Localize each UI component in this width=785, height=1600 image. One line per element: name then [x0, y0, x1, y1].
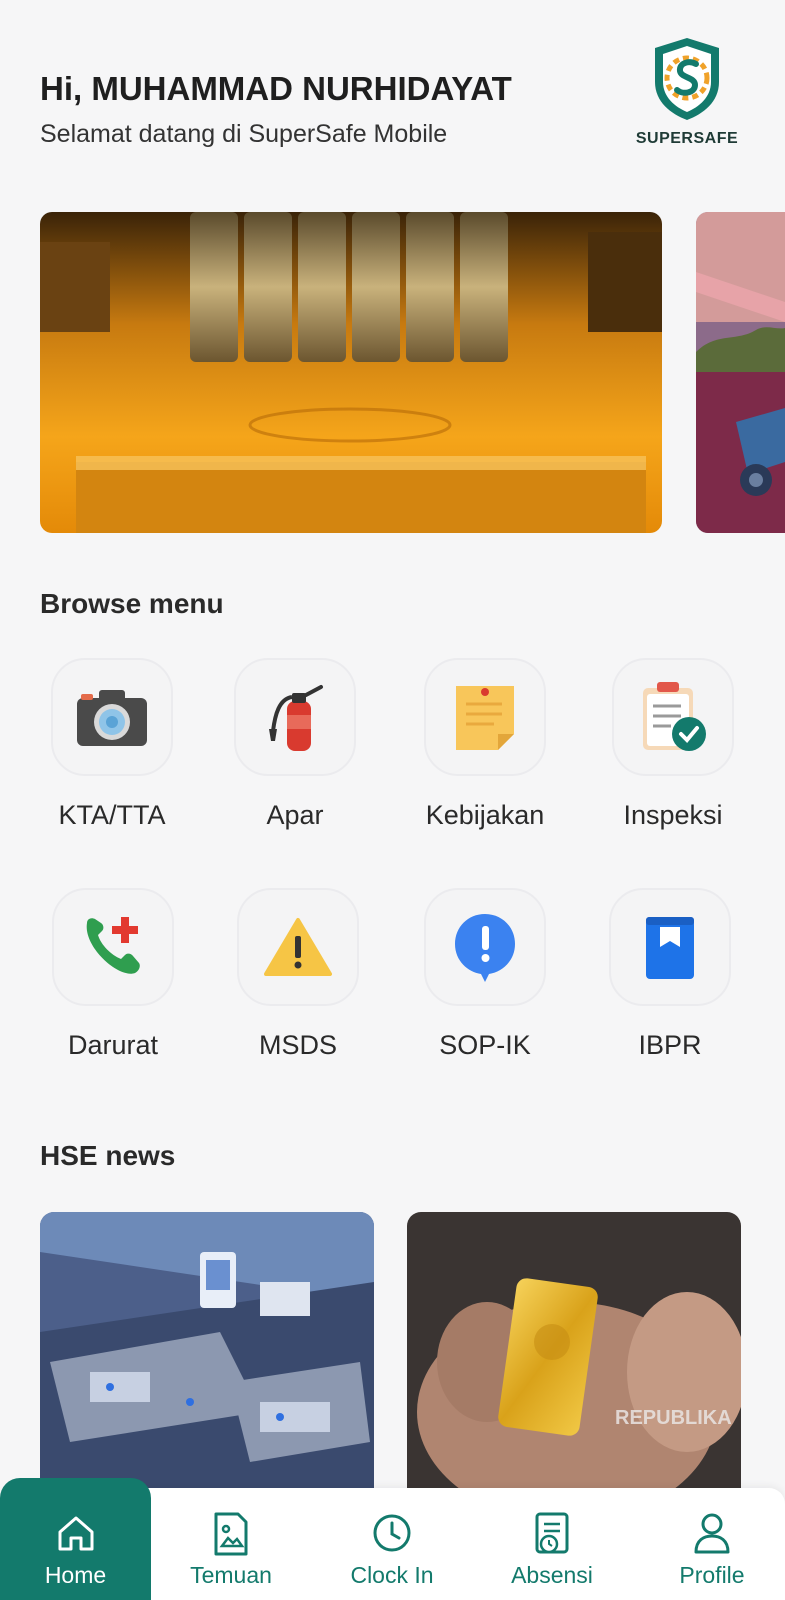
menu-label: SOP-IK	[439, 1030, 531, 1060]
menu-label: Darurat	[67, 1030, 159, 1060]
news-watermark: REPUBLIKA	[615, 1407, 732, 1429]
menu-msds[interactable]: MSDS	[213, 888, 383, 1061]
promo-banner-next[interactable]	[696, 212, 785, 533]
nav-label: Profile	[679, 1562, 745, 1588]
greeting-title: Hi, MUHAMMAD NURHIDAYAT	[40, 70, 512, 107]
promo-banner[interactable]	[40, 212, 662, 533]
menu-icon-box	[52, 888, 174, 1006]
gold-bar-lock-image	[40, 212, 662, 533]
emergency-phone-icon	[86, 917, 140, 974]
menu-label: KTA/TTA	[58, 800, 166, 830]
nav-label: Home	[44, 1562, 107, 1588]
menu-icon-box	[424, 658, 546, 776]
menu-icon-box	[51, 658, 173, 776]
note-icon	[456, 686, 514, 750]
menu-darurat[interactable]: Darurat	[28, 888, 198, 1061]
news-card[interactable]: REPUBLIKA	[407, 1212, 741, 1512]
camera-icon	[77, 690, 147, 746]
warning-icon	[264, 918, 332, 976]
attendance-icon	[535, 1512, 569, 1554]
nav-home[interactable]: Home	[0, 1478, 151, 1600]
menu-icon-box	[424, 888, 546, 1006]
home-icon	[58, 1516, 93, 1551]
clock-icon	[373, 1514, 411, 1552]
nav-temuan[interactable]: Temuan	[170, 1488, 292, 1600]
bottom-navigation: Home Temuan Clock In Absensi Profile	[0, 1478, 785, 1600]
menu-icon-box	[612, 658, 734, 776]
shield-logo-icon	[655, 38, 719, 120]
mining-truck-image	[696, 212, 785, 533]
nav-clock-in[interactable]: Clock In	[330, 1488, 454, 1600]
menu-label: MSDS	[258, 1030, 337, 1060]
menu-kebijakan[interactable]: Kebijakan	[400, 658, 570, 831]
menu-ibpr[interactable]: IBPR	[585, 888, 755, 1061]
factory-aerial-image	[40, 1212, 374, 1512]
alert-bubble-icon	[455, 914, 515, 982]
nav-profile[interactable]: Profile	[650, 1488, 774, 1600]
nav-label: Absensi	[511, 1562, 593, 1588]
menu-label: Kebijakan	[425, 800, 545, 830]
menu-kta-tta[interactable]: KTA/TTA	[27, 658, 197, 831]
menu-inspeksi[interactable]: Inspeksi	[588, 658, 758, 831]
hse-news-title: HSE news	[40, 1140, 176, 1171]
browse-menu-title: Browse menu	[40, 588, 224, 619]
menu-icon-box	[234, 658, 356, 776]
menu-icon-box	[609, 888, 731, 1006]
user-icon	[694, 1513, 730, 1554]
menu-label: IBPR	[638, 1030, 702, 1060]
nav-label: Temuan	[190, 1562, 272, 1588]
image-file-icon	[214, 1512, 248, 1556]
book-icon	[646, 917, 694, 979]
menu-icon-box	[237, 888, 359, 1006]
news-card[interactable]	[40, 1212, 374, 1512]
menu-sop-ik[interactable]: SOP-IK	[400, 888, 570, 1061]
menu-apar[interactable]: Apar	[210, 658, 380, 831]
fire-extinguisher-icon	[269, 685, 323, 751]
menu-label: Apar	[266, 800, 324, 830]
menu-label: Inspeksi	[623, 800, 723, 830]
gold-bar-hand-image: REPUBLIKA	[407, 1212, 741, 1512]
supersafe-logo: SUPERSAFE	[632, 34, 742, 148]
nav-label: Clock In	[350, 1562, 434, 1588]
clipboard-check-icon	[643, 682, 706, 751]
logo-text: SUPERSAFE	[635, 130, 739, 147]
greeting-subtitle: Selamat datang di SuperSafe Mobile	[40, 120, 448, 148]
nav-absensi[interactable]: Absensi	[490, 1488, 614, 1600]
